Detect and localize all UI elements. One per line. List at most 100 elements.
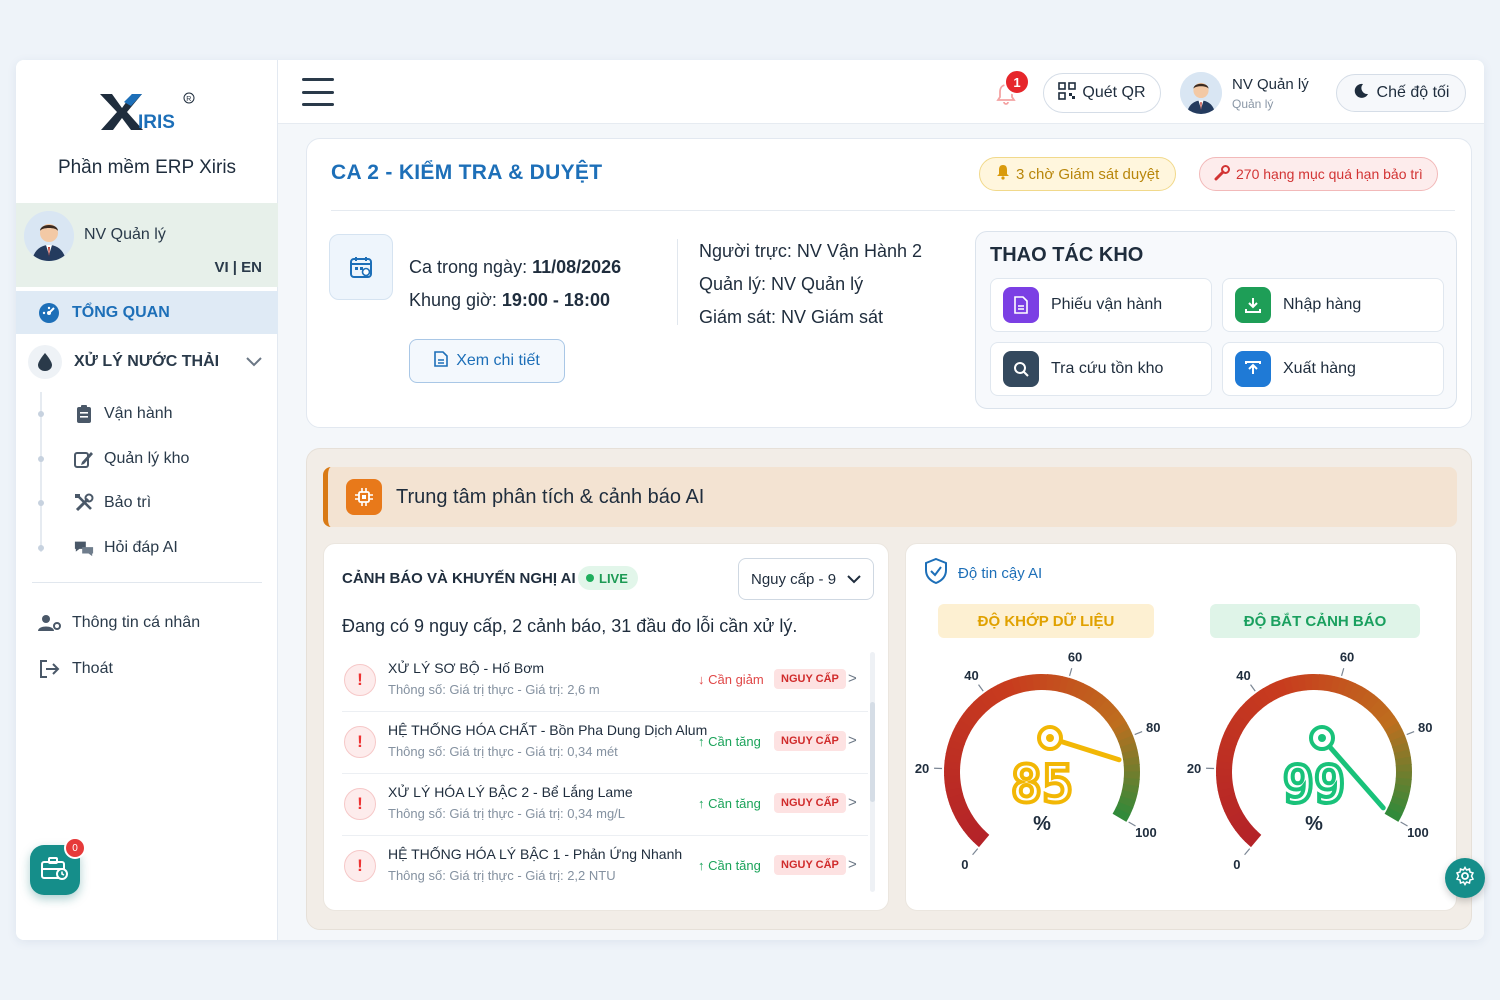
ai-alerts-panel: CẢNH BÁO VÀ KHUYẾN NGHỊ AI LIVE Nguy cấp… (323, 543, 889, 911)
shift-schedule: Ca trong ngày: 11/08/2026 Khung giờ: 19:… (409, 251, 621, 317)
gauge-tick-label: 40 (964, 668, 978, 683)
gauge-tick (1244, 848, 1251, 856)
sidebar-user-card[interactable]: NV Quản lý VI | EN (16, 203, 278, 287)
sidebar-item-operation[interactable]: Vận hành (16, 394, 278, 434)
gauge-arc-segment (1010, 676, 1023, 695)
shift-date-label: Ca trong ngày: (409, 257, 528, 277)
sidebar-group-wastewater[interactable]: XỬ LÝ NƯỚC THẢI (16, 340, 278, 384)
dark-mode-button[interactable]: Chế độ tối (1336, 74, 1466, 112)
sidebar-item-overview[interactable]: TỔNG QUAN (16, 291, 278, 334)
gauge-arc-segment (944, 752, 962, 764)
sidebar: IRIS R Phần mềm ERP Xiris NV Quản lý VI … (16, 60, 278, 940)
toolbox-fab-button[interactable]: 0 (30, 837, 86, 895)
tools-icon (74, 493, 94, 513)
alert-detail: Thông số: Giá trị thực - Giá trị: 0,34 m… (388, 806, 626, 821)
alert-row[interactable]: ! XỬ LÝ HÓA LÝ BẬC 2 - Bể Lắng Lame Thôn… (342, 774, 868, 836)
avatar (24, 211, 74, 261)
severity-filter-select[interactable]: Nguy cấp - 9 (738, 558, 874, 600)
sidebar-item-ai-qa[interactable]: Hỏi đáp AI (16, 528, 278, 568)
gauge-arc-segment (1282, 676, 1295, 695)
alert-title: HỆ THỐNG HÓA LÝ BẬC 1 - Phản Ứng Nhanh (388, 846, 683, 862)
stock-lookup-button[interactable]: Tra cứu tồn kho (990, 342, 1212, 396)
gauge-arc-segment (1353, 686, 1369, 705)
gauge-arc-segment (1244, 829, 1262, 848)
sidebar-item-profile[interactable]: Thông tin cá nhân (16, 603, 278, 643)
language-switch[interactable]: VI | EN (214, 259, 262, 276)
divider (331, 210, 1455, 211)
shift-time-value: 19:00 - 18:00 (501, 290, 610, 310)
gauge-arc-segment (1381, 715, 1399, 731)
pending-approval-badge[interactable]: 3 chờ Giám sát duyệt (979, 157, 1177, 191)
top-user-menu[interactable]: NV Quản lý Quản lý (1180, 70, 1330, 116)
goods-issue-button[interactable]: Xuất hàng (1222, 342, 1444, 396)
gauge-arc-segment (1394, 756, 1412, 767)
toolbox-icon (41, 856, 69, 885)
alert-title: XỬ LÝ HÓA LÝ BẬC 2 - Bể Lắng Lame (388, 784, 633, 800)
chevron-down-icon[interactable] (246, 354, 262, 372)
shift-date-value: 11/08/2026 (532, 257, 622, 277)
gauge-tick (1134, 730, 1143, 736)
brand-logo[interactable]: IRIS R (98, 88, 198, 133)
gauge-arc-segment (1115, 728, 1134, 743)
alert-row[interactable]: ! HỆ THỐNG HÓA LÝ BẬC 1 - Phản Ứng Nhanh… (342, 836, 868, 898)
ai-center-header: Trung tâm phân tích & cảnh báo AI (323, 467, 1457, 527)
sidebar-item-label: Thông tin cá nhân (72, 614, 201, 631)
gauge-arc-segment (958, 815, 977, 831)
goods-receipt-label: Nhập hàng (1283, 296, 1362, 313)
gauge-arc-segment (1064, 677, 1078, 696)
alerts-scrollbar[interactable] (870, 652, 875, 892)
sidebar-item-maintenance[interactable]: Bảo trì (16, 483, 278, 523)
notification-bell-icon[interactable]: 1 (994, 69, 1030, 106)
alert-direction: ↓ Cần giảm (698, 672, 764, 687)
gauge-arc-segment (968, 701, 986, 719)
water-drop-icon (28, 345, 62, 379)
scan-qr-button[interactable]: Quét QR (1043, 73, 1161, 113)
gauge-arc-segment (1227, 718, 1246, 734)
shield-check-icon (924, 557, 948, 588)
chevron-right-icon[interactable]: > (848, 732, 857, 749)
gauge-label-data-match: ĐỘ KHỚP DỮ LIỆU (938, 604, 1154, 638)
gauge-arc-segment (1390, 795, 1408, 809)
chevron-right-icon[interactable]: > (848, 670, 857, 687)
gauge-arc-segment (973, 696, 990, 714)
alert-row[interactable]: ! HỆ THỐNG HÓA CHẤT - Bồn Pha Dung Dịch … (342, 712, 868, 774)
goods-receipt-button[interactable]: Nhập hàng (1222, 278, 1444, 332)
sidebar-item-label: Vận hành (104, 405, 173, 422)
ai-alerts-title: CẢNH BÁO VÀ KHUYẾN NGHỊ AI (342, 570, 576, 587)
gauge-arc-segment (1364, 694, 1381, 712)
chevron-right-icon[interactable]: > (848, 856, 857, 873)
gauge-tick (978, 684, 984, 692)
alerts-summary: Đang có 9 nguy cấp, 2 cảnh báo, 31 đầu đ… (342, 616, 798, 636)
sidebar-user-name: NV Quản lý (84, 226, 166, 243)
alert-direction: ↑ Cần tăng (698, 734, 761, 749)
operation-slip-button[interactable]: Phiếu vận hành (990, 278, 1212, 332)
alert-row[interactable]: ! XỬ LÝ SƠ BỘ - Hố Bơm Thông số: Giá trị… (342, 650, 868, 712)
edit-document-icon (74, 450, 94, 468)
svg-text:R: R (186, 96, 191, 103)
overdue-maintenance-badge[interactable]: 270 hạng mục quá hạn bảo trì (1199, 157, 1438, 191)
gauge-unit: % (1305, 813, 1323, 835)
gauge-arc-segment (1336, 677, 1350, 696)
gauge-arc-segment (1342, 680, 1356, 698)
dark-mode-label: Chế độ tối (1376, 84, 1450, 101)
gear-icon (1455, 865, 1475, 891)
gauge-arc-segment (1235, 706, 1253, 724)
gauge-tick-label: 40 (1236, 668, 1250, 683)
on-duty-staff: Người trực: NV Vận Hành 2 (699, 241, 922, 261)
sidebar-item-logout[interactable]: Thoát (16, 649, 278, 689)
gauge-arc-segment (1256, 688, 1272, 706)
alert-severity-tag: NGUY CẤP (774, 855, 846, 875)
gauge-arc-segment (1221, 798, 1240, 812)
menu-icon[interactable] (302, 78, 334, 106)
gauge-tick-label: 80 (1146, 720, 1160, 735)
gauge-unit: % (1033, 813, 1051, 835)
sidebar-item-warehouse[interactable]: Quản lý kho (16, 439, 278, 479)
gauge-value: 99 (1283, 755, 1346, 815)
gauge-tick-label: 60 (1068, 650, 1082, 665)
chevron-right-icon[interactable]: > (848, 794, 857, 811)
gauge-arc-segment (1387, 801, 1406, 816)
gauge-arc-segment (1046, 674, 1056, 691)
settings-fab-button[interactable] (1445, 858, 1485, 898)
view-detail-button[interactable]: Xem chi tiết (409, 339, 565, 383)
ai-trust-title: Độ tin cậy AI (958, 564, 1043, 582)
